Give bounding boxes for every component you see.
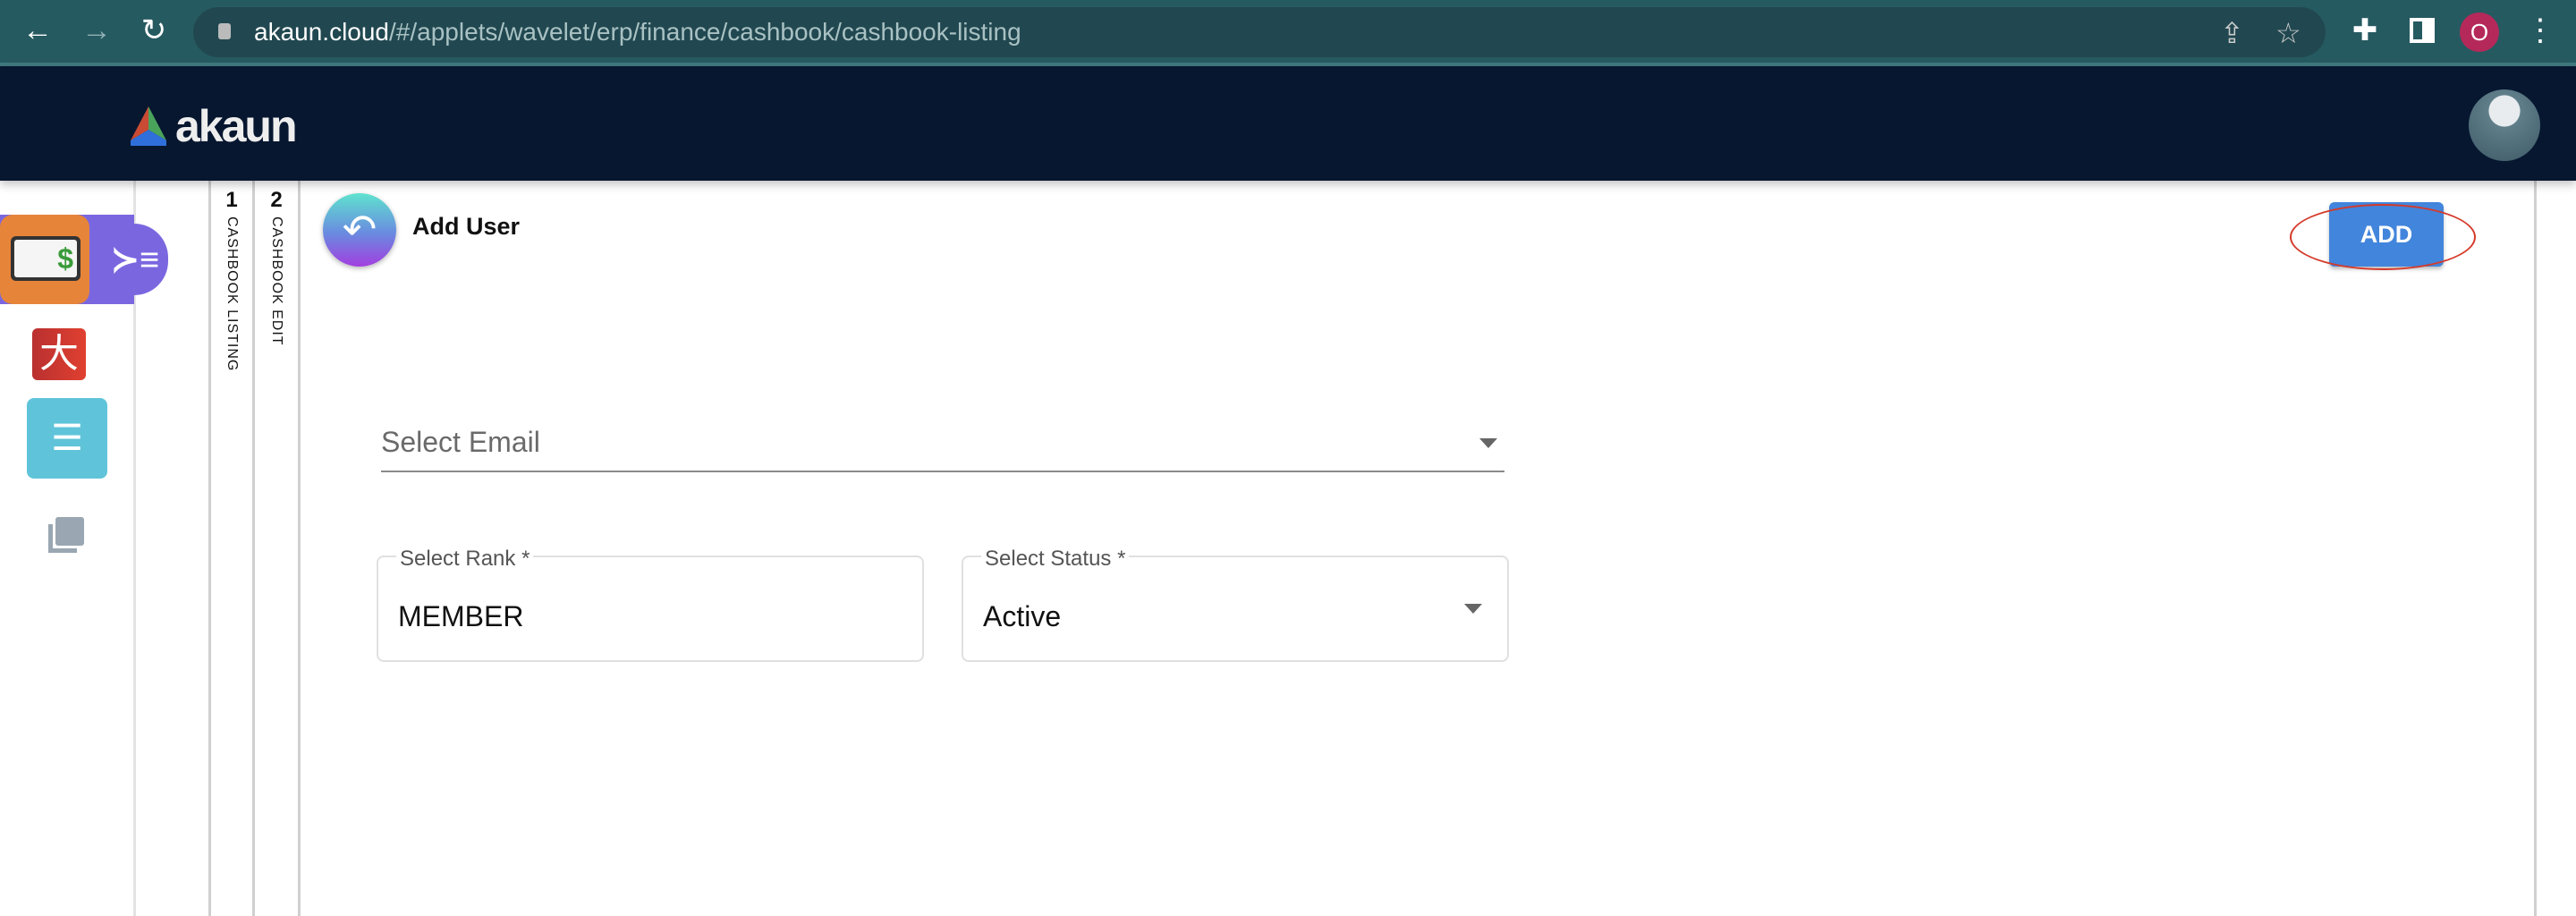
back-arrow-icon[interactable]: ← bbox=[20, 13, 55, 48]
side-panel-icon[interactable] bbox=[2404, 13, 2440, 48]
address-bar[interactable]: akaun.cloud/#/applets/wavelet/erp/financ… bbox=[193, 7, 2326, 57]
star-icon[interactable]: ☆ bbox=[2275, 16, 2301, 50]
list-icon[interactable]: ☰ bbox=[27, 398, 107, 479]
extensions-puzzle-icon[interactable]: ✚ bbox=[2347, 13, 2383, 48]
user-avatar[interactable] bbox=[2469, 89, 2540, 161]
chinese-character-app-icon[interactable]: 大 bbox=[32, 328, 86, 380]
share-icon[interactable]: ⇪ bbox=[2220, 16, 2244, 50]
select-email-dropdown[interactable]: Select Email bbox=[381, 411, 1504, 472]
url-text: akaun.cloud/#/applets/wavelet/erp/financ… bbox=[254, 18, 1021, 46]
select-status-dropdown[interactable]: Select Status * Active bbox=[962, 547, 1509, 662]
select-rank-field[interactable]: Select Rank * MEMBER bbox=[377, 547, 924, 662]
more-menu-icon[interactable]: ⋮ bbox=[2522, 13, 2558, 48]
applet-sidebar: ≻≡ $ 大 ☰ bbox=[0, 181, 168, 916]
app-header: akaun bbox=[0, 66, 2576, 181]
select-email-placeholder: Select Email bbox=[381, 426, 540, 458]
profile-avatar[interactable]: O bbox=[2460, 13, 2499, 52]
menu-expand-icon[interactable]: ≻≡ bbox=[111, 240, 159, 280]
select-status-label: Select Status * bbox=[981, 547, 1130, 572]
select-rank-value: MEMBER bbox=[398, 600, 524, 632]
library-books-icon[interactable] bbox=[48, 517, 84, 553]
reload-icon[interactable]: ↻ bbox=[136, 13, 172, 48]
cashbook-applet-icon[interactable]: $ bbox=[0, 215, 89, 304]
reply-arrow-icon: ↶ bbox=[342, 206, 377, 252]
main-panel bbox=[298, 181, 2537, 916]
select-status-value: Active bbox=[983, 600, 1062, 632]
browser-toolbar: ← → ↻ akaun.cloud/#/applets/wavelet/erp/… bbox=[0, 0, 2576, 66]
akaun-logo-icon bbox=[131, 106, 166, 146]
tab-cashbook-edit[interactable]: 2 CASHBOOK EDIT bbox=[252, 181, 298, 916]
tab-cashbook-listing[interactable]: 1 CASHBOOK LISTING bbox=[208, 181, 252, 916]
chevron-down-icon bbox=[1479, 438, 1497, 448]
chevron-down-icon bbox=[1464, 604, 1482, 614]
back-button[interactable]: ↶ bbox=[323, 193, 396, 267]
lock-icon bbox=[218, 23, 231, 39]
akaun-logo[interactable]: akaun bbox=[127, 100, 298, 152]
select-rank-label: Select Rank * bbox=[396, 547, 534, 572]
forward-arrow-icon[interactable]: → bbox=[79, 13, 114, 48]
add-button[interactable]: ADD bbox=[2329, 202, 2444, 267]
page-title: Add User bbox=[412, 213, 521, 240]
